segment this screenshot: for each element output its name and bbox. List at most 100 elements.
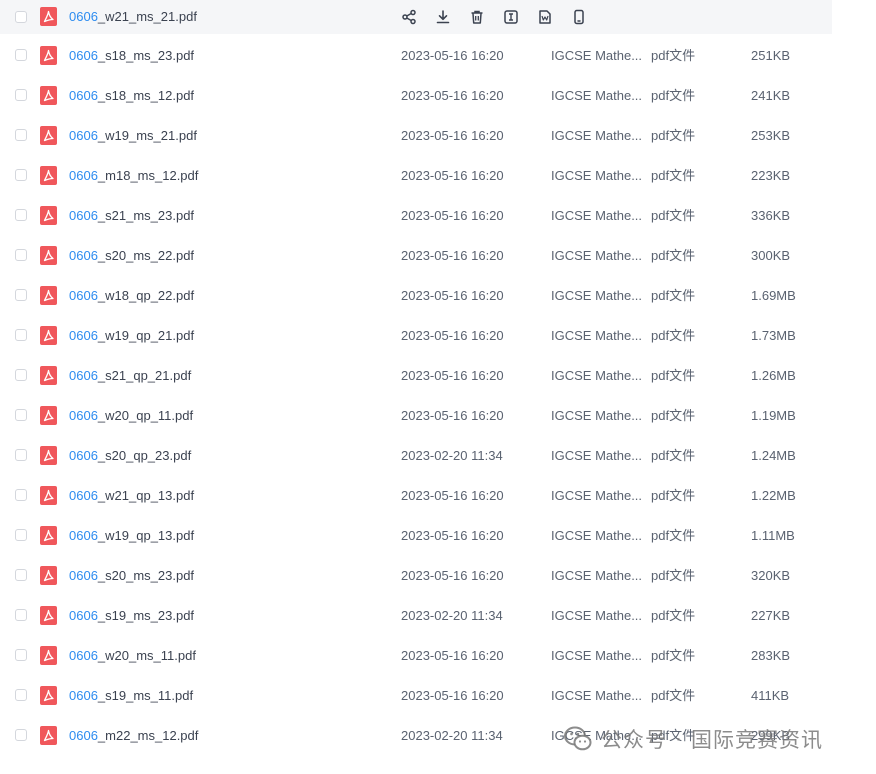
file-name-link[interactable]: 0606_s21_ms_23.pdf <box>69 196 194 236</box>
file-row[interactable]: 0606_s21_ms_23.pdf 2023-05-16 16:20 IGCS… <box>0 196 832 236</box>
file-name-rest[interactable]: _w18_qp_22.pdf <box>98 288 194 303</box>
file-name-link[interactable]: 0606_w19_qp_21.pdf <box>69 316 194 356</box>
file-name-link[interactable]: 0606_w19_qp_13.pdf <box>69 516 194 556</box>
row-checkbox[interactable] <box>15 209 27 221</box>
folder-name[interactable]: IGCSE Mathe... <box>551 36 641 76</box>
file-name-link[interactable]: 0606_w18_qp_22.pdf <box>69 276 194 316</box>
file-row[interactable]: 0606_w21_qp_13.pdf 2023-05-16 16:20 IGCS… <box>0 476 832 516</box>
word-icon[interactable] <box>536 8 554 26</box>
folder-name[interactable]: IGCSE Mathe... <box>551 596 641 636</box>
file-name-link[interactable]: 0606_s18_ms_23.pdf <box>69 36 194 76</box>
row-checkbox[interactable] <box>15 11 27 23</box>
row-checkbox[interactable] <box>15 489 27 501</box>
file-row[interactable]: 0606_s19_ms_23.pdf 2023-02-20 11:34 IGCS… <box>0 596 832 636</box>
file-name-rest[interactable]: _w20_qp_11.pdf <box>98 408 193 423</box>
file-name-prefix[interactable]: 0606 <box>69 568 98 583</box>
download-icon[interactable] <box>434 8 452 26</box>
row-checkbox[interactable] <box>15 569 27 581</box>
file-name-rest[interactable]: _m22_ms_12.pdf <box>98 728 198 743</box>
file-name-prefix[interactable]: 0606 <box>69 488 98 503</box>
file-name-rest[interactable]: _s21_qp_21.pdf <box>98 368 191 383</box>
file-row[interactable]: 0606_s21_qp_21.pdf 2023-05-16 16:20 IGCS… <box>0 356 832 396</box>
file-name-prefix[interactable]: 0606 <box>69 128 98 143</box>
file-name-prefix[interactable]: 0606 <box>69 408 98 423</box>
file-name-prefix[interactable]: 0606 <box>69 688 98 703</box>
file-name-link[interactable]: 0606_s20_ms_22.pdf <box>69 236 194 276</box>
folder-name[interactable]: IGCSE Mathe... <box>551 556 641 596</box>
row-checkbox[interactable] <box>15 649 27 661</box>
file-row[interactable]: 0606_s20_ms_23.pdf 2023-05-16 16:20 IGCS… <box>0 556 832 596</box>
file-name-link[interactable]: 0606_s19_ms_23.pdf <box>69 596 194 636</box>
row-checkbox[interactable] <box>15 89 27 101</box>
folder-name[interactable]: IGCSE Mathe... <box>551 316 641 356</box>
file-name-prefix[interactable]: 0606 <box>69 88 98 103</box>
delete-icon[interactable] <box>468 8 486 26</box>
row-checkbox[interactable] <box>15 129 27 141</box>
file-row[interactable]: 0606_s19_ms_11.pdf 2023-05-16 16:20 IGCS… <box>0 676 832 716</box>
folder-name[interactable]: IGCSE Mathe... <box>551 356 641 396</box>
folder-name[interactable]: IGCSE Mathe... <box>551 76 641 116</box>
file-name-link[interactable]: 0606_s18_ms_12.pdf <box>69 76 194 116</box>
file-name-rest[interactable]: _m18_ms_12.pdf <box>98 168 198 183</box>
folder-name[interactable]: IGCSE Mathe... <box>551 396 641 436</box>
file-name-rest[interactable]: _w19_qp_21.pdf <box>98 328 194 343</box>
folder-name[interactable]: IGCSE Mathe... <box>551 476 641 516</box>
file-name-link[interactable]: 0606_m22_ms_12.pdf <box>69 716 198 756</box>
file-name-prefix[interactable]: 0606 <box>69 728 98 743</box>
file-name-link[interactable]: 0606_w21_ms_21.pdf <box>69 0 197 34</box>
file-row[interactable]: 0606_w20_ms_11.pdf 2023-05-16 16:20 IGCS… <box>0 636 832 676</box>
file-name-link[interactable]: 0606_s19_ms_11.pdf <box>69 676 193 716</box>
file-name-prefix[interactable]: 0606 <box>69 168 98 183</box>
file-name-prefix[interactable]: 0606 <box>69 648 98 663</box>
file-name-rest[interactable]: _s21_ms_23.pdf <box>98 208 194 223</box>
file-name-rest[interactable]: _w21_qp_13.pdf <box>98 488 194 503</box>
file-row[interactable]: 0606_w20_qp_11.pdf 2023-05-16 16:20 IGCS… <box>0 396 832 436</box>
rename-icon[interactable] <box>502 8 520 26</box>
share-icon[interactable] <box>400 8 418 26</box>
mobile-icon[interactable] <box>570 8 588 26</box>
file-row[interactable]: 0606_w19_qp_21.pdf 2023-05-16 16:20 IGCS… <box>0 316 832 356</box>
folder-name[interactable]: IGCSE Mathe... <box>551 436 641 476</box>
row-checkbox[interactable] <box>15 609 27 621</box>
file-name-rest[interactable]: _s18_ms_12.pdf <box>98 88 194 103</box>
row-checkbox[interactable] <box>15 329 27 341</box>
folder-name[interactable]: IGCSE Mathe... <box>551 116 641 156</box>
row-checkbox[interactable] <box>15 689 27 701</box>
file-name-link[interactable]: 0606_w21_qp_13.pdf <box>69 476 194 516</box>
file-name-rest[interactable]: _s19_ms_23.pdf <box>98 608 194 623</box>
file-name-rest[interactable]: _w21_ms_21.pdf <box>98 9 197 24</box>
file-name-prefix[interactable]: 0606 <box>69 48 98 63</box>
row-checkbox[interactable] <box>15 729 27 741</box>
file-name-link[interactable]: 0606_m18_ms_12.pdf <box>69 156 198 196</box>
row-checkbox[interactable] <box>15 369 27 381</box>
file-name-prefix[interactable]: 0606 <box>69 208 98 223</box>
file-name-rest[interactable]: _w19_qp_13.pdf <box>98 528 194 543</box>
file-name-prefix[interactable]: 0606 <box>69 9 98 24</box>
row-checkbox[interactable] <box>15 289 27 301</box>
folder-name[interactable]: IGCSE Mathe... <box>551 276 641 316</box>
row-checkbox[interactable] <box>15 249 27 261</box>
file-row[interactable]: 0606_w19_ms_21.pdf 2023-05-16 16:20 IGCS… <box>0 116 832 156</box>
folder-name[interactable]: IGCSE Mathe... <box>551 236 641 276</box>
file-name-rest[interactable]: _s18_ms_23.pdf <box>98 48 194 63</box>
file-name-rest[interactable]: _s19_ms_11.pdf <box>98 688 193 703</box>
file-row[interactable]: 0606_s18_ms_12.pdf 2023-05-16 16:20 IGCS… <box>0 76 832 116</box>
file-name-rest[interactable]: _s20_qp_23.pdf <box>98 448 191 463</box>
file-name-link[interactable]: 0606_w20_ms_11.pdf <box>69 636 196 676</box>
file-row[interactable]: 0606_w18_qp_22.pdf 2023-05-16 16:20 IGCS… <box>0 276 832 316</box>
file-name-prefix[interactable]: 0606 <box>69 368 98 383</box>
file-name-link[interactable]: 0606_s21_qp_21.pdf <box>69 356 191 396</box>
folder-name[interactable]: IGCSE Mathe... <box>551 156 641 196</box>
file-name-prefix[interactable]: 0606 <box>69 248 98 263</box>
file-name-rest[interactable]: _s20_ms_23.pdf <box>98 568 194 583</box>
file-row[interactable]: 0606_s20_qp_23.pdf 2023-02-20 11:34 IGCS… <box>0 436 832 476</box>
folder-name[interactable]: IGCSE Mathe... <box>551 516 641 556</box>
file-name-prefix[interactable]: 0606 <box>69 328 98 343</box>
file-name-link[interactable]: 0606_s20_ms_23.pdf <box>69 556 194 596</box>
row-checkbox[interactable] <box>15 449 27 461</box>
row-checkbox[interactable] <box>15 529 27 541</box>
file-name-prefix[interactable]: 0606 <box>69 608 98 623</box>
file-name-link[interactable]: 0606_w19_ms_21.pdf <box>69 116 197 156</box>
file-name-rest[interactable]: _w20_ms_11.pdf <box>98 648 196 663</box>
file-name-prefix[interactable]: 0606 <box>69 448 98 463</box>
